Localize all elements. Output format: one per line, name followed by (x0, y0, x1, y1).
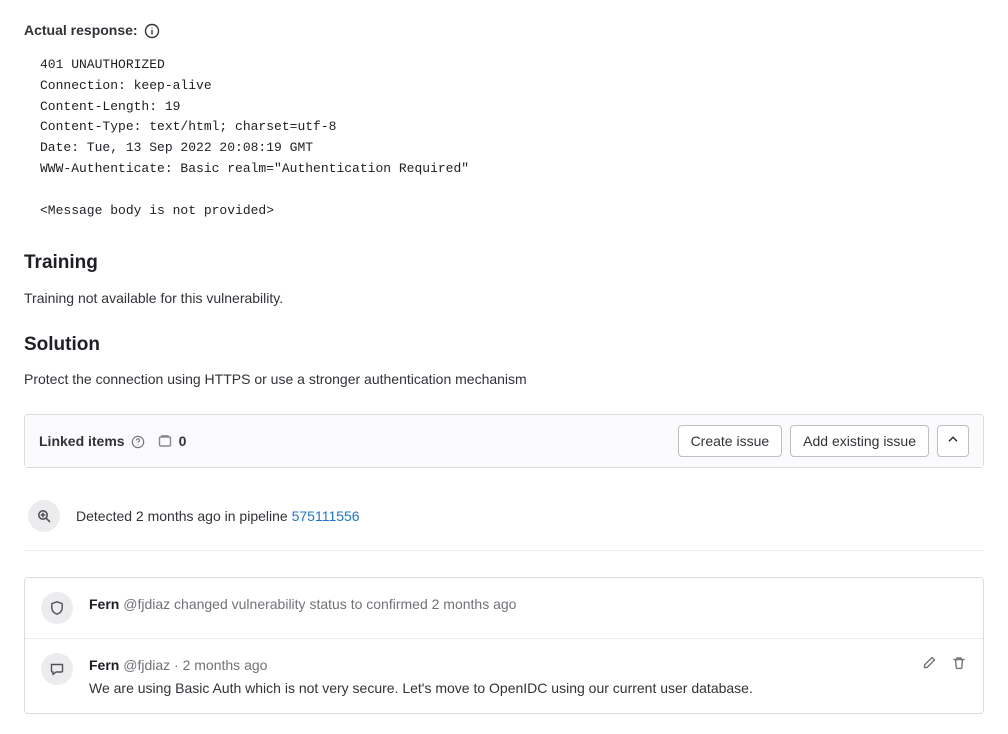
detection-text: Detected 2 months ago in pipeline 575111… (76, 506, 360, 527)
solution-heading: Solution (24, 331, 984, 360)
create-issue-button[interactable]: Create issue (678, 425, 783, 457)
shield-icon (41, 592, 73, 624)
search-icon (28, 500, 60, 532)
comment-icon (41, 653, 73, 685)
add-existing-issue-button[interactable]: Add existing issue (790, 425, 929, 457)
comment-meta: Fern @fjdiaz · 2 months ago (89, 655, 909, 676)
comment-time: 2 months ago (183, 657, 268, 673)
collapse-button[interactable] (937, 425, 969, 457)
pipeline-link[interactable]: 575111556 (292, 508, 360, 524)
linked-items-count: 0 (179, 431, 187, 452)
detection-row: Detected 2 months ago in pipeline 575111… (24, 482, 984, 551)
comment-body: Fern @fjdiaz · 2 months ago We are using… (89, 653, 967, 699)
issue-icon (157, 433, 173, 449)
comment-main: Fern @fjdiaz · 2 months ago We are using… (89, 655, 909, 699)
status-text: changed vulnerability status to confirme… (174, 596, 516, 612)
solution-text: Protect the connection using HTTPS or us… (24, 369, 984, 390)
chevron-up-icon (946, 431, 960, 451)
timeline-box: Fern @fjdiaz changed vulnerability statu… (24, 577, 984, 714)
detection-prefix: Detected 2 months ago in pipeline (76, 508, 292, 524)
status-author[interactable]: Fern (89, 596, 119, 612)
training-heading: Training (24, 249, 984, 278)
training-text: Training not available for this vulnerab… (24, 288, 984, 309)
comment-handle[interactable]: @fjdiaz (123, 657, 170, 673)
info-icon[interactable] (144, 23, 160, 39)
status-change-meta: Fern @fjdiaz changed vulnerability statu… (89, 596, 516, 612)
status-handle[interactable]: @fjdiaz (123, 596, 170, 612)
linked-items-title: Linked items (39, 431, 125, 452)
comment-sep: · (174, 657, 183, 673)
linked-items-actions: Create issue Add existing issue (678, 425, 969, 457)
question-icon[interactable] (131, 434, 145, 448)
comment-event: Fern @fjdiaz · 2 months ago We are using… (25, 638, 983, 713)
status-change-content: Fern @fjdiaz changed vulnerability statu… (89, 592, 967, 615)
linked-items-title-group: Linked items 0 (39, 431, 186, 452)
comment-text: We are using Basic Auth which is not ver… (89, 678, 909, 699)
response-body-code: 401 UNAUTHORIZED Connection: keep-alive … (24, 55, 984, 221)
edit-icon[interactable] (921, 655, 937, 677)
actual-response-label: Actual response: (24, 20, 160, 41)
actual-response-label-text: Actual response: (24, 20, 138, 41)
trash-icon[interactable] (951, 655, 967, 677)
comment-author[interactable]: Fern (89, 657, 119, 673)
linked-items-panel: Linked items 0 Create issue Add existing… (24, 414, 984, 468)
status-change-event: Fern @fjdiaz changed vulnerability statu… (25, 578, 983, 638)
comment-actions (921, 655, 967, 677)
linked-items-header: Linked items 0 Create issue Add existing… (25, 415, 983, 467)
